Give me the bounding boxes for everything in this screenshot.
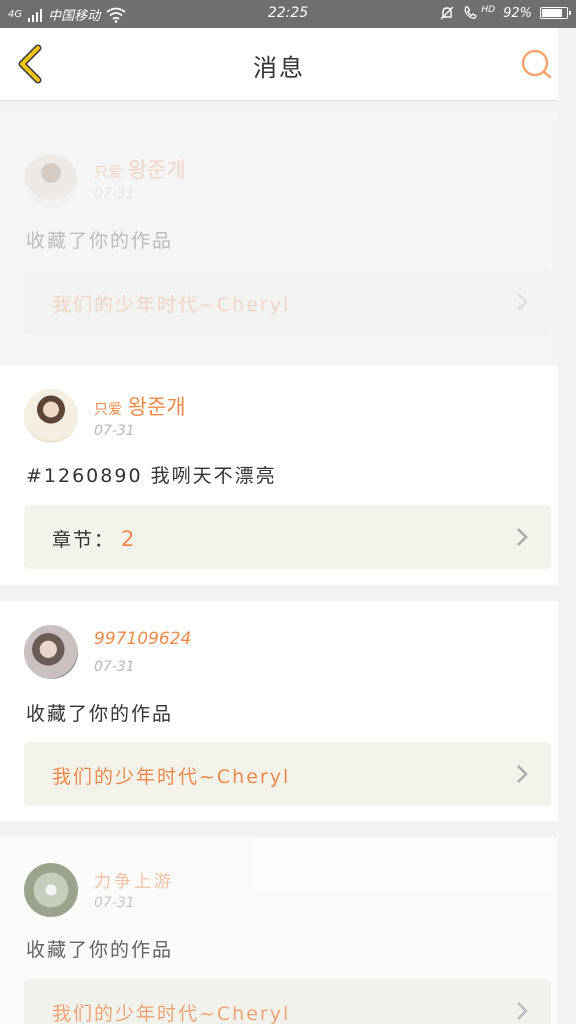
battery-icon [540,7,571,19]
work-title: 我们的少年时代~Cheryl [52,766,291,788]
battery-percent: 92% [503,5,532,21]
message-text: 收藏了你的作品 [26,230,174,252]
username[interactable]: 只爱 왕준개 [94,154,186,184]
avatar[interactable] [24,389,78,443]
work-link[interactable]: 我们的少年时代~Cheryl [24,742,551,806]
work-link[interactable]: 我们的少年时代~Cheryl [24,270,551,334]
work-link[interactable]: 我们的少年时代~Cheryl [24,979,551,1024]
username-prefix: 只爱 [94,402,122,418]
chevron-right-icon [517,293,528,311]
work-title: 我们的少年时代~Cheryl [52,294,291,316]
avatar[interactable] [24,863,78,917]
message-date: 07-31 [94,186,135,202]
work-title: 我们的少年时代~Cheryl [52,1003,291,1024]
chapter-link[interactable]: 章节： 2 [24,505,551,569]
chevron-right-icon [517,528,528,546]
search-icon[interactable] [520,48,552,80]
message-card[interactable]: 力争上游 07-31 收藏了你的作品 我们的少年时代~Cheryl [0,837,558,1024]
app-header: 消息 [0,28,558,101]
avatar[interactable] [24,625,78,679]
bell-mute-icon [440,6,454,20]
message-date: 07-31 [94,423,135,439]
message-text: #1260890 我咧天不漂亮 [26,465,277,487]
chapter-number: 2 [121,527,137,551]
message-text: 收藏了你的作品 [26,939,174,961]
message-card[interactable]: 997109624 07-31 收藏了你的作品 我们的少年时代~Cheryl [0,601,558,821]
chapter-label: 章节： 2 [52,525,136,552]
status-bar: 4G 中国移动 22:25 HD 92% [0,0,576,28]
status-right: HD 92% [439,5,571,21]
page-title: 消息 [253,54,305,82]
call-hd-icon [464,6,478,19]
message-text: 收藏了你的作品 [26,703,174,725]
message-card[interactable]: 只爱 왕준개 07-31 收藏了你的作品 我们的少年时代~Cheryl [0,114,558,364]
username-main: 왕준개 [127,158,186,182]
username[interactable]: 力争上游 [94,867,174,892]
username-main: 왕준개 [127,395,186,419]
username[interactable]: 997109624 [94,629,191,649]
message-card[interactable]: 只爱 왕준개 07-31 #1260890 我咧天不漂亮 章节： 2 [0,365,558,585]
page: 4G 中国移动 22:25 HD 92% 消息 只爱 왕준개 07-31 收藏了… [0,0,576,1024]
username-prefix: 只爱 [94,165,122,181]
chevron-right-icon [517,1002,528,1020]
username[interactable]: 只爱 왕준개 [94,391,186,421]
avatar[interactable] [24,154,78,208]
chapter-label-text: 章节： [52,529,116,551]
chevron-right-icon [517,765,528,783]
scroll-gutter [558,28,576,1024]
message-date: 07-31 [94,659,135,675]
message-date: 07-31 [94,895,135,911]
hd-label: HD [481,5,496,15]
